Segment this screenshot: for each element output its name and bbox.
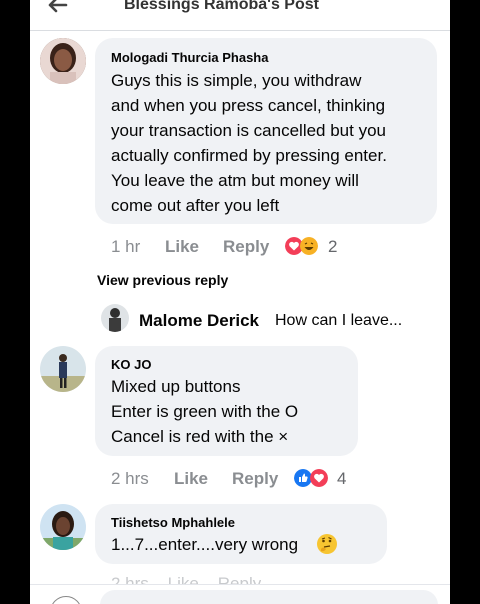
avatar[interactable] xyxy=(40,346,86,392)
comment-text: Mixed up buttons Enter is green with the… xyxy=(111,374,298,449)
avatar[interactable] xyxy=(101,304,129,332)
comment-line: come out after you left xyxy=(111,196,280,215)
post-comments-screen: Blessings Ramoba's Post Mologadi Thurcia… xyxy=(30,0,450,604)
comment-line: and when you press cancel, thinking xyxy=(111,96,386,115)
comment-line: your transaction is cancelled but you xyxy=(111,121,386,140)
comment-line: Cancel is red with the × xyxy=(111,427,289,446)
comment-author[interactable]: Mologadi Thurcia Phasha xyxy=(111,50,268,65)
comment-line: Enter is green with the O xyxy=(111,402,299,421)
comment-author[interactable]: KO JO xyxy=(111,357,151,372)
page-title: Blessings Ramoba's Post xyxy=(124,0,319,13)
comment-time: 1 hr xyxy=(111,237,141,256)
like-button[interactable]: Like xyxy=(165,237,199,257)
reaction-count[interactable]: 2 xyxy=(328,237,337,257)
comment-input[interactable] xyxy=(100,590,438,604)
comment-text: 1...7...enter....very wrong xyxy=(111,532,298,557)
reaction-count[interactable]: 4 xyxy=(337,469,346,489)
comment-line: Mixed up buttons xyxy=(111,377,241,396)
reply-button[interactable]: Reply xyxy=(223,237,269,257)
back-arrow-icon[interactable] xyxy=(46,0,68,16)
comment-line: 1...7...enter....very wrong xyxy=(111,535,299,554)
comment-line: Guys this is simple, you withdraw xyxy=(111,71,362,90)
comment-time: 2 hrs xyxy=(111,469,149,488)
reply-button[interactable]: Reply xyxy=(232,469,278,489)
avatar[interactable] xyxy=(40,38,86,84)
comment-text: Guys this is simple, you withdraw and wh… xyxy=(111,68,387,218)
love-icon xyxy=(310,469,328,487)
comment-line: You leave the atm but money will xyxy=(111,171,359,190)
view-previous-reply-link[interactable]: View previous reply xyxy=(97,272,228,288)
cut-off-meta-row: 2 hrs Like Reply xyxy=(111,574,262,584)
like-button[interactable]: Like xyxy=(174,469,208,489)
reply-snippet[interactable]: How can I leave... xyxy=(275,312,402,330)
comment-line: actually confirmed by pressing enter. xyxy=(111,146,387,165)
comment-author[interactable]: Tiishetso Mphahlele xyxy=(111,515,235,530)
thinking-face-icon xyxy=(317,534,337,554)
header-divider xyxy=(30,30,450,31)
avatar[interactable] xyxy=(40,504,86,550)
header: Blessings Ramoba's Post xyxy=(30,0,450,24)
haha-icon xyxy=(300,237,318,255)
reply-author[interactable]: Malome Derick xyxy=(139,311,259,331)
